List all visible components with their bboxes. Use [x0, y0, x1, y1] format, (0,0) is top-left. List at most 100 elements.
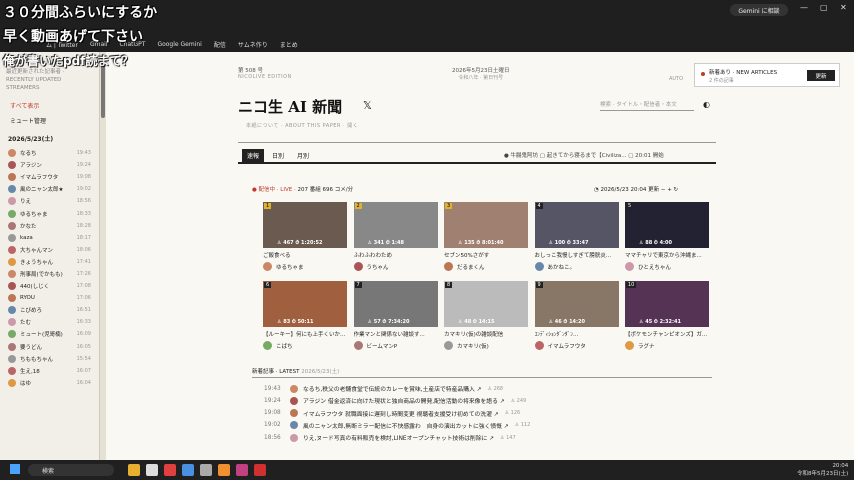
news-row[interactable]: 19:24 アラジン 借金返済に向けた現状と独自商品の開発,配信活動の将来像を語る…	[264, 396, 526, 405]
sidebar-streamer-row[interactable]: はゆ 16:04	[0, 377, 99, 389]
sidebar-streamer-row[interactable]: RYOU 17:06	[0, 292, 99, 304]
stream-title[interactable]: 【ポケモンチャンピオンズ】ガ...	[625, 330, 709, 338]
news-row[interactable]: 18:56 りえ,ヌード写真の有料販売を検討,LINEオープンチャット技術は削除に…	[264, 433, 516, 442]
news-headline[interactable]: 風のニャン太郎,無断ミラー配信に不快感露わ 自身の演出カットに強く憤慨 ↗	[303, 421, 509, 430]
live-card[interactable]: 10 ♙ 45 ⏱ 2:32:41 【ポケモンチャンピオンズ】ガ... ラグナ	[625, 281, 709, 350]
chrome-icon[interactable]	[182, 464, 194, 476]
live-card[interactable]: 1 ♙ 467 ⏱ 1:20:52 ご飯食べるゆるちゃま	[263, 202, 347, 271]
sidebar-streamer-row[interactable]: ゆるちゃま 18:33	[0, 207, 99, 219]
stream-thumbnail[interactable]: 2 ♙ 341 ⏱ 1:48	[353, 202, 438, 248]
news-headline[interactable]: なるち,秩父の老舗食堂で伝統のカレーを賞味,土産店で特産品購入 ↗	[303, 384, 482, 393]
sidebar-streamer-row[interactable]: きょうちゃん 17:41	[0, 256, 99, 268]
sidebar-streamer-row[interactable]: イマムラフウタ 19:08	[0, 171, 99, 183]
stream-title[interactable]: 作業マンと関係ない雑談す...	[354, 330, 438, 338]
minimize-icon[interactable]: —	[800, 3, 808, 12]
news-row[interactable]: 19:43 なるち,秩父の老舗食堂で伝統のカレーを賞味,土産店で特産品購入 ↗ ♙ …	[264, 384, 503, 393]
streamer[interactable]: ビームマンP	[353, 341, 438, 350]
sidebar-streamer-row[interactable]: こびめろ 16:51	[0, 304, 99, 316]
chrome-icon[interactable]	[164, 464, 176, 476]
sidebar-streamer-row[interactable]: アラジン 19:24	[0, 159, 99, 171]
stream-thumbnail[interactable]: 7 ♙ 57 ⏱ 7:34:20	[353, 281, 438, 327]
stream-thumbnail[interactable]: 8 ♙ 48 ⏱ 14:15	[444, 281, 528, 327]
live-card[interactable]: 8 ♙ 48 ⏱ 14:15 カマキリ(仮)の雑談配信 カマキリ(仮)	[444, 281, 528, 350]
streamer[interactable]: あかねこ。	[534, 262, 619, 271]
news-row[interactable]: 19:02 風のニャン太郎,無断ミラー配信に不快感露わ 自身の演出カットに強く憤慨…	[264, 421, 530, 430]
stream-thumbnail[interactable]: 1 ♙ 467 ⏱ 1:20:52	[263, 202, 347, 248]
taskbar-clock[interactable]: 20:04 令和8年5月23日(土)	[797, 462, 848, 478]
news-row[interactable]: 19:08 イマムラフウタ 就職面接に遅刻し時間変更 視聴者支援受け初めての洗濯 …	[264, 409, 520, 418]
tab-monthly[interactable]: 月別	[292, 149, 314, 162]
app-icon[interactable]	[146, 464, 158, 476]
sidebar-streamer-row[interactable]: 風のニャン太郎★ 19:02	[0, 183, 99, 195]
maximize-icon[interactable]: ▢	[820, 3, 828, 12]
live-card[interactable]: 2 ♙ 341 ⏱ 1:48 ふわふわわため うちゃん	[353, 202, 438, 271]
stream-title[interactable]: おしっこ我慢しすぎて膀胱炎...	[535, 251, 619, 259]
streamer[interactable]: ひとえちゃん	[625, 262, 709, 271]
live-card[interactable]: 4 ♙ 100 ⏱ 33:47 おしっこ我慢しすぎて膀胱炎... あかねこ。	[534, 202, 619, 271]
stream-title[interactable]: ｺﾝﾃﾞｨｼｮﾝﾀﾞﾝﾀﾞﾝ...	[535, 330, 619, 338]
live-card[interactable]: 7 ♙ 57 ⏱ 7:34:20 作業マンと関係ない雑談す... ビームマンP	[353, 281, 438, 350]
app-icon[interactable]	[218, 464, 230, 476]
stream-thumbnail[interactable]: 4 ♙ 100 ⏱ 33:47	[534, 202, 619, 248]
stream-title[interactable]: ふわふわわため	[354, 251, 438, 259]
mute-settings-link[interactable]: ミュート管理	[6, 113, 93, 128]
sidebar-streamer-row[interactable]: ちももちゃん 15:54	[0, 353, 99, 365]
streamer[interactable]: カマキリ(仮)	[444, 341, 528, 350]
show-all-link[interactable]: すべて表示	[6, 98, 93, 113]
sidebar-streamer-row[interactable]: かなた 18:28	[0, 220, 99, 232]
stream-title[interactable]: ご飯食べる	[263, 251, 347, 259]
x-icon[interactable]: 𝕏	[363, 99, 372, 112]
news-headline[interactable]: アラジン 借金返済に向けた現状と独自商品の開発,配信活動の将来像を語る ↗	[303, 396, 505, 405]
live-updated[interactable]: ◔ 2026/5/23 20:04 更新 − + ↻	[594, 185, 678, 193]
bookmark-thumbnail[interactable]: サムネ作り	[238, 40, 268, 49]
app-icon[interactable]	[236, 464, 248, 476]
app-icon[interactable]	[200, 464, 212, 476]
sidebar-streamer-row[interactable]: なるち 19:43	[0, 147, 99, 159]
stream-title[interactable]: カマキリ(仮)の雑談配信	[444, 330, 528, 338]
sidebar-streamer-row[interactable]: 刑事局(でかもも) 17:26	[0, 268, 99, 280]
app-icon[interactable]	[254, 464, 266, 476]
stream-title[interactable]: 【ルーキー】何にも上手くいか...	[263, 330, 347, 338]
news-ticker[interactable]: ● 牛腸鬼阿坊 ▢ 起きてから寝るまで【Civiliza... ▢ 20:01 …	[504, 151, 664, 159]
sidebar-streamer-row[interactable]: たむ 16:33	[0, 316, 99, 328]
close-icon[interactable]: ✕	[840, 3, 847, 12]
streamer[interactable]: ラグナ	[625, 341, 709, 350]
gemini-button[interactable]: Gemini に相談	[730, 4, 788, 16]
windows-start-icon[interactable]	[10, 464, 20, 474]
stream-title[interactable]: ママチャリで東京から沖縄ま...	[625, 251, 709, 259]
stream-thumbnail[interactable]: 6 ♙ 83 ⏱ 50:11	[263, 281, 347, 327]
sidebar-streamer-row[interactable]: りえ 18:56	[0, 195, 99, 207]
about-link[interactable]: 本紙について · ABOUT THIS PAPER · 開く	[246, 122, 358, 129]
refresh-button[interactable]: 更新	[807, 70, 835, 81]
stream-thumbnail[interactable]: 3 ♙ 135 ⏱ 8:01:40	[444, 202, 528, 248]
taskbar-search[interactable]: 検索	[28, 464, 114, 476]
live-card[interactable]: 3 ♙ 135 ⏱ 8:01:40 セブン50%さがす だるまくん	[444, 202, 528, 271]
news-headline[interactable]: イマムラフウタ 就職面接に遅刻し時間変更 視聴者支援受け初めての洗濯 ↗	[303, 409, 499, 418]
sidebar-streamer-row[interactable]: 440(しじく 17:08	[0, 280, 99, 292]
streamer[interactable]: だるまくん	[444, 262, 528, 271]
bookmark-gemini[interactable]: Google Gemini	[157, 41, 201, 48]
search-input[interactable]: 検索 · タイトル・配信者・本文	[600, 100, 694, 111]
news-headline[interactable]: りえ,ヌード写真の有料販売を検討,LINEオープンチャット技術は削除に ↗	[303, 433, 494, 442]
live-card[interactable]: 6 ♙ 83 ⏱ 50:11 【ルーキー】何にも上手くいか... こばち	[263, 281, 347, 350]
stream-thumbnail[interactable]: 10 ♙ 45 ⏱ 2:32:41	[625, 281, 709, 327]
streamer[interactable]: イマムラフウタ	[534, 341, 619, 350]
sidebar-streamer-row[interactable]: kaza 18:17	[0, 232, 99, 244]
streamer[interactable]: うちゃん	[353, 262, 438, 271]
sidebar-streamer-row[interactable]: 生え,18 16:07	[0, 365, 99, 377]
live-card[interactable]: 5 ♙ 88 ⏱ 4:00 ママチャリで東京から沖縄ま... ひとえちゃん	[625, 202, 709, 271]
sidebar-streamer-row[interactable]: 要うどん 16:05	[0, 341, 99, 353]
sidebar-streamer-row[interactable]: ミュート(児哥楠) 16:09	[0, 328, 99, 340]
live-card[interactable]: 9 ♙ 46 ⏱ 14:20 ｺﾝﾃﾞｨｼｮﾝﾀﾞﾝﾀﾞﾝ... イマムラフウタ	[534, 281, 619, 350]
explorer-icon[interactable]	[128, 464, 140, 476]
sidebar-streamer-row[interactable]: 大ちゃんマン 18:06	[0, 244, 99, 256]
stream-thumbnail[interactable]: 5 ♙ 88 ⏱ 4:00	[625, 202, 709, 248]
bookmark-haishin[interactable]: 配信	[214, 40, 226, 49]
bookmark-matome[interactable]: まとめ	[280, 40, 298, 49]
tab-daily[interactable]: 日別	[267, 149, 289, 162]
stream-thumbnail[interactable]: 9 ♙ 46 ⏱ 14:20	[534, 281, 619, 327]
theme-toggle-icon[interactable]: ◐	[703, 100, 710, 109]
stream-title[interactable]: セブン50%さがす	[444, 251, 528, 259]
streamer[interactable]: こばち	[263, 341, 347, 350]
streamer[interactable]: ゆるちゃま	[263, 262, 347, 271]
